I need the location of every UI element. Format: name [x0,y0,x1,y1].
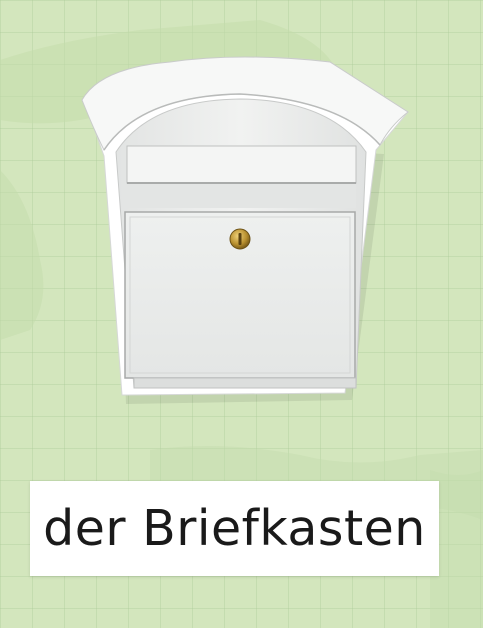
caption-card: der Briefkasten [30,481,439,576]
caption-text: der Briefkasten [43,500,426,557]
